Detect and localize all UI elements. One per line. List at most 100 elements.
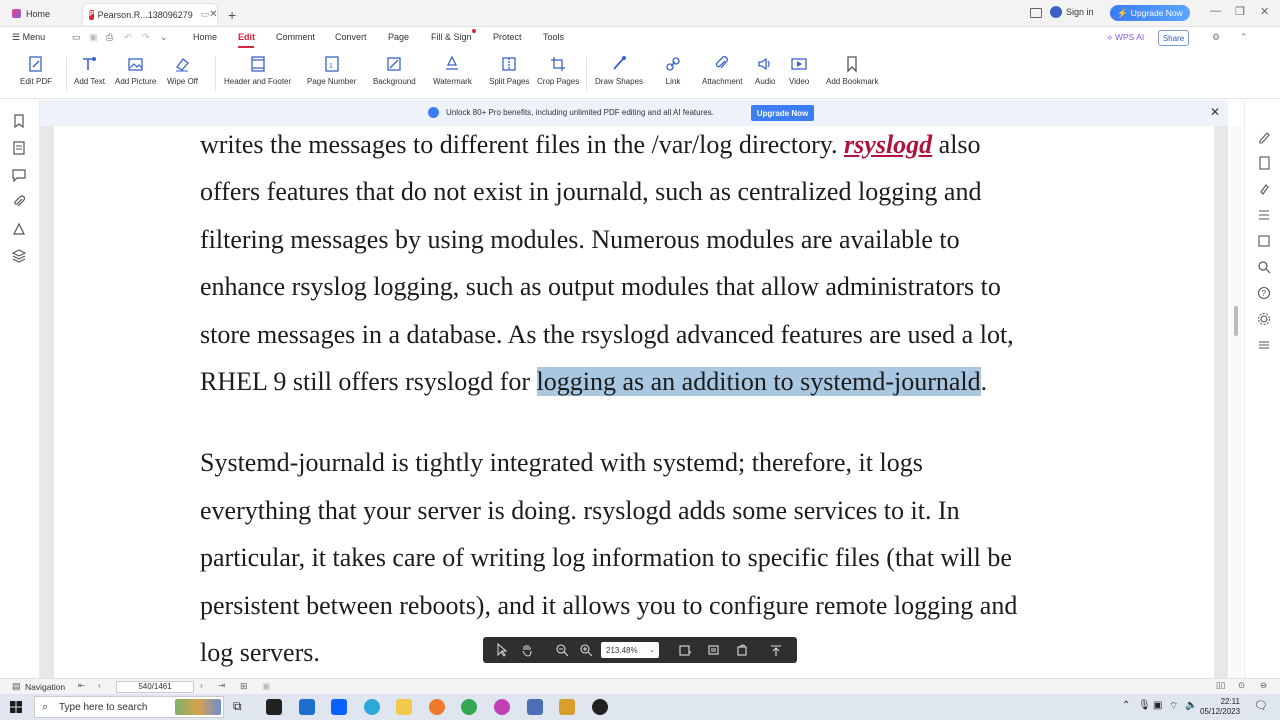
wipe-off-button[interactable]: Wipe Off <box>167 55 198 86</box>
layers-panel-icon[interactable] <box>12 249 26 263</box>
navigation-label[interactable]: Navigation <box>25 682 65 692</box>
prev-page-icon[interactable]: ‹ <box>98 680 101 690</box>
volume-icon[interactable]: 🔈 <box>1185 700 1197 711</box>
crop-panel-icon[interactable] <box>1257 234 1271 248</box>
taskbar-search-input[interactable]: ⌕ Type here to search <box>34 696 224 718</box>
crop-pages-button[interactable]: Crop Pages <box>537 55 579 86</box>
menu-protect[interactable]: Protect <box>493 32 522 42</box>
pen-panel-icon[interactable] <box>1257 182 1271 196</box>
format-panel-icon[interactable] <box>1257 208 1271 222</box>
upgrade-now-button[interactable]: ⚡ Upgrade Now <box>1110 5 1190 21</box>
select-cursor-icon[interactable] <box>495 643 509 657</box>
rsyslogd-link[interactable]: rsyslogd <box>844 130 932 159</box>
watermark-button[interactable]: Watermark <box>433 55 472 86</box>
pdf-page[interactable]: writes the messages to different files i… <box>54 126 1214 678</box>
menu-page[interactable]: Page <box>388 32 409 42</box>
layout-icon[interactable] <box>1030 8 1042 18</box>
main-menu-button[interactable]: ☰ Menu <box>12 32 45 43</box>
open-file-icon[interactable]: ▭ <box>72 32 81 43</box>
wps-ai-button[interactable]: ⟡ WPS AI <box>1107 32 1144 43</box>
menu-edit[interactable]: Edit <box>238 32 255 42</box>
edge-browser-icon[interactable] <box>364 699 380 715</box>
link-button[interactable]: Link <box>664 55 682 86</box>
insert-page-icon[interactable]: ⊞ <box>240 681 248 692</box>
play-icon[interactable]: ⊙ <box>1238 680 1245 691</box>
save-icon[interactable]: ▣ <box>89 32 98 43</box>
add-picture-button[interactable]: Add Picture <box>115 55 156 86</box>
tray-chevron-up-icon[interactable]: ⌃ <box>1122 700 1130 711</box>
undo-icon[interactable]: ↶ <box>124 32 132 43</box>
fit-width-icon[interactable]: ▣ <box>262 681 271 692</box>
sign-in-button[interactable]: Sign in <box>1050 6 1094 18</box>
draw-shapes-button[interactable]: Draw Shapes <box>595 55 643 86</box>
notifications-icon[interactable]: 🗨 <box>1254 699 1268 712</box>
header-footer-button[interactable]: Header and Footer <box>224 55 291 86</box>
zoom-minus-icon[interactable]: ⊖ <box>1260 680 1267 691</box>
menu-convert[interactable]: Convert <box>335 32 367 42</box>
thumbnails-icon[interactable] <box>12 141 26 155</box>
notion-app-icon[interactable] <box>266 699 282 715</box>
page-number-button[interactable]: 1 Page Number <box>307 55 356 86</box>
reading-mode-icon[interactable]: ▯▯ <box>1216 680 1225 691</box>
page-number-input[interactable]: 540/1461 <box>116 681 194 693</box>
zoom-out-icon[interactable] <box>555 643 569 657</box>
zoom-in-icon[interactable] <box>579 643 593 657</box>
fit-page-icon[interactable] <box>678 643 692 657</box>
network-icon[interactable]: ▣ <box>1153 700 1162 711</box>
hand-tool-icon[interactable] <box>520 643 534 657</box>
settings-panel-icon[interactable] <box>1257 312 1271 326</box>
add-bookmark-button[interactable]: Add Bookmark <box>826 55 878 86</box>
chrome-browser-icon[interactable] <box>461 699 477 715</box>
windows-start-icon[interactable] <box>10 701 22 713</box>
wps-app-icon[interactable] <box>494 699 510 715</box>
document-viewport[interactable]: writes the messages to different files i… <box>40 126 1228 678</box>
page-layout-icon[interactable] <box>707 643 721 657</box>
last-page-icon[interactable]: ⇥ <box>218 680 225 691</box>
help-icon[interactable]: ? <box>1257 286 1271 300</box>
banner-close-icon[interactable]: ✕ <box>1210 105 1220 119</box>
collapse-ribbon-icon[interactable]: ⌃ <box>1240 32 1248 43</box>
edit-panel-icon[interactable] <box>1257 130 1271 144</box>
tab-document[interactable]: P Pearson.R...138096279 ▭ ✕ <box>82 3 218 25</box>
signature-panel-icon[interactable] <box>12 222 26 236</box>
new-tab-icon[interactable]: + <box>228 4 236 26</box>
bookmark-panel-icon[interactable] <box>12 114 26 128</box>
obs-app-icon[interactable] <box>592 699 608 715</box>
taskbar-clock[interactable]: 22:11 05/12/2023 <box>1200 697 1240 717</box>
vertical-scrollbar[interactable] <box>1230 126 1242 678</box>
split-pages-button[interactable]: Split Pages <box>489 55 529 86</box>
first-page-icon[interactable]: ⇤ <box>78 680 85 691</box>
menu-tools[interactable]: Tools <box>543 32 564 42</box>
tab-pin-icon[interactable]: ▭ <box>201 9 210 20</box>
navigation-toggle-icon[interactable]: ▤ <box>12 681 21 692</box>
attachment-button[interactable]: Attachment <box>702 55 742 86</box>
edit-pdf-button[interactable]: Edit PDF <box>20 55 52 86</box>
close-window-icon[interactable]: ✕ <box>1260 5 1269 18</box>
task-view-icon[interactable]: ⧉ <box>233 699 242 714</box>
search-icon[interactable] <box>1257 260 1271 274</box>
scrollbar-thumb[interactable] <box>1234 306 1238 336</box>
banner-upgrade-button[interactable]: Upgrade Now <box>751 105 814 121</box>
redo-icon[interactable]: ↷ <box>142 32 150 43</box>
mail-app-icon[interactable] <box>299 699 315 715</box>
share-button[interactable]: Share <box>1158 30 1189 46</box>
next-page-icon[interactable]: › <box>200 680 203 690</box>
virtualbox-app-icon[interactable] <box>527 699 543 715</box>
video-button[interactable]: Video <box>789 55 809 86</box>
tab-close-icon[interactable]: ✕ <box>209 9 217 20</box>
comments-panel-icon[interactable] <box>12 168 26 182</box>
restore-icon[interactable]: ❐ <box>1235 5 1245 18</box>
background-button[interactable]: Background <box>373 55 416 86</box>
rotate-icon[interactable] <box>735 643 749 657</box>
print-icon[interactable]: ⎙ <box>106 32 113 43</box>
media-app-icon[interactable] <box>559 699 575 715</box>
dropbox-app-icon[interactable] <box>331 699 347 715</box>
selected-text[interactable]: logging as an addition to systemd-journa… <box>536 367 981 396</box>
minimize-icon[interactable]: — <box>1210 5 1221 17</box>
more-options-icon[interactable] <box>1257 338 1271 352</box>
add-text-button[interactable]: Add Text <box>74 55 105 86</box>
document-panel-icon[interactable] <box>1257 156 1271 170</box>
tab-home[interactable]: Home <box>10 3 76 25</box>
menu-fill-sign[interactable]: Fill & Sign <box>431 32 472 42</box>
quick-access-dropdown-icon[interactable]: ⌄ <box>160 32 168 43</box>
